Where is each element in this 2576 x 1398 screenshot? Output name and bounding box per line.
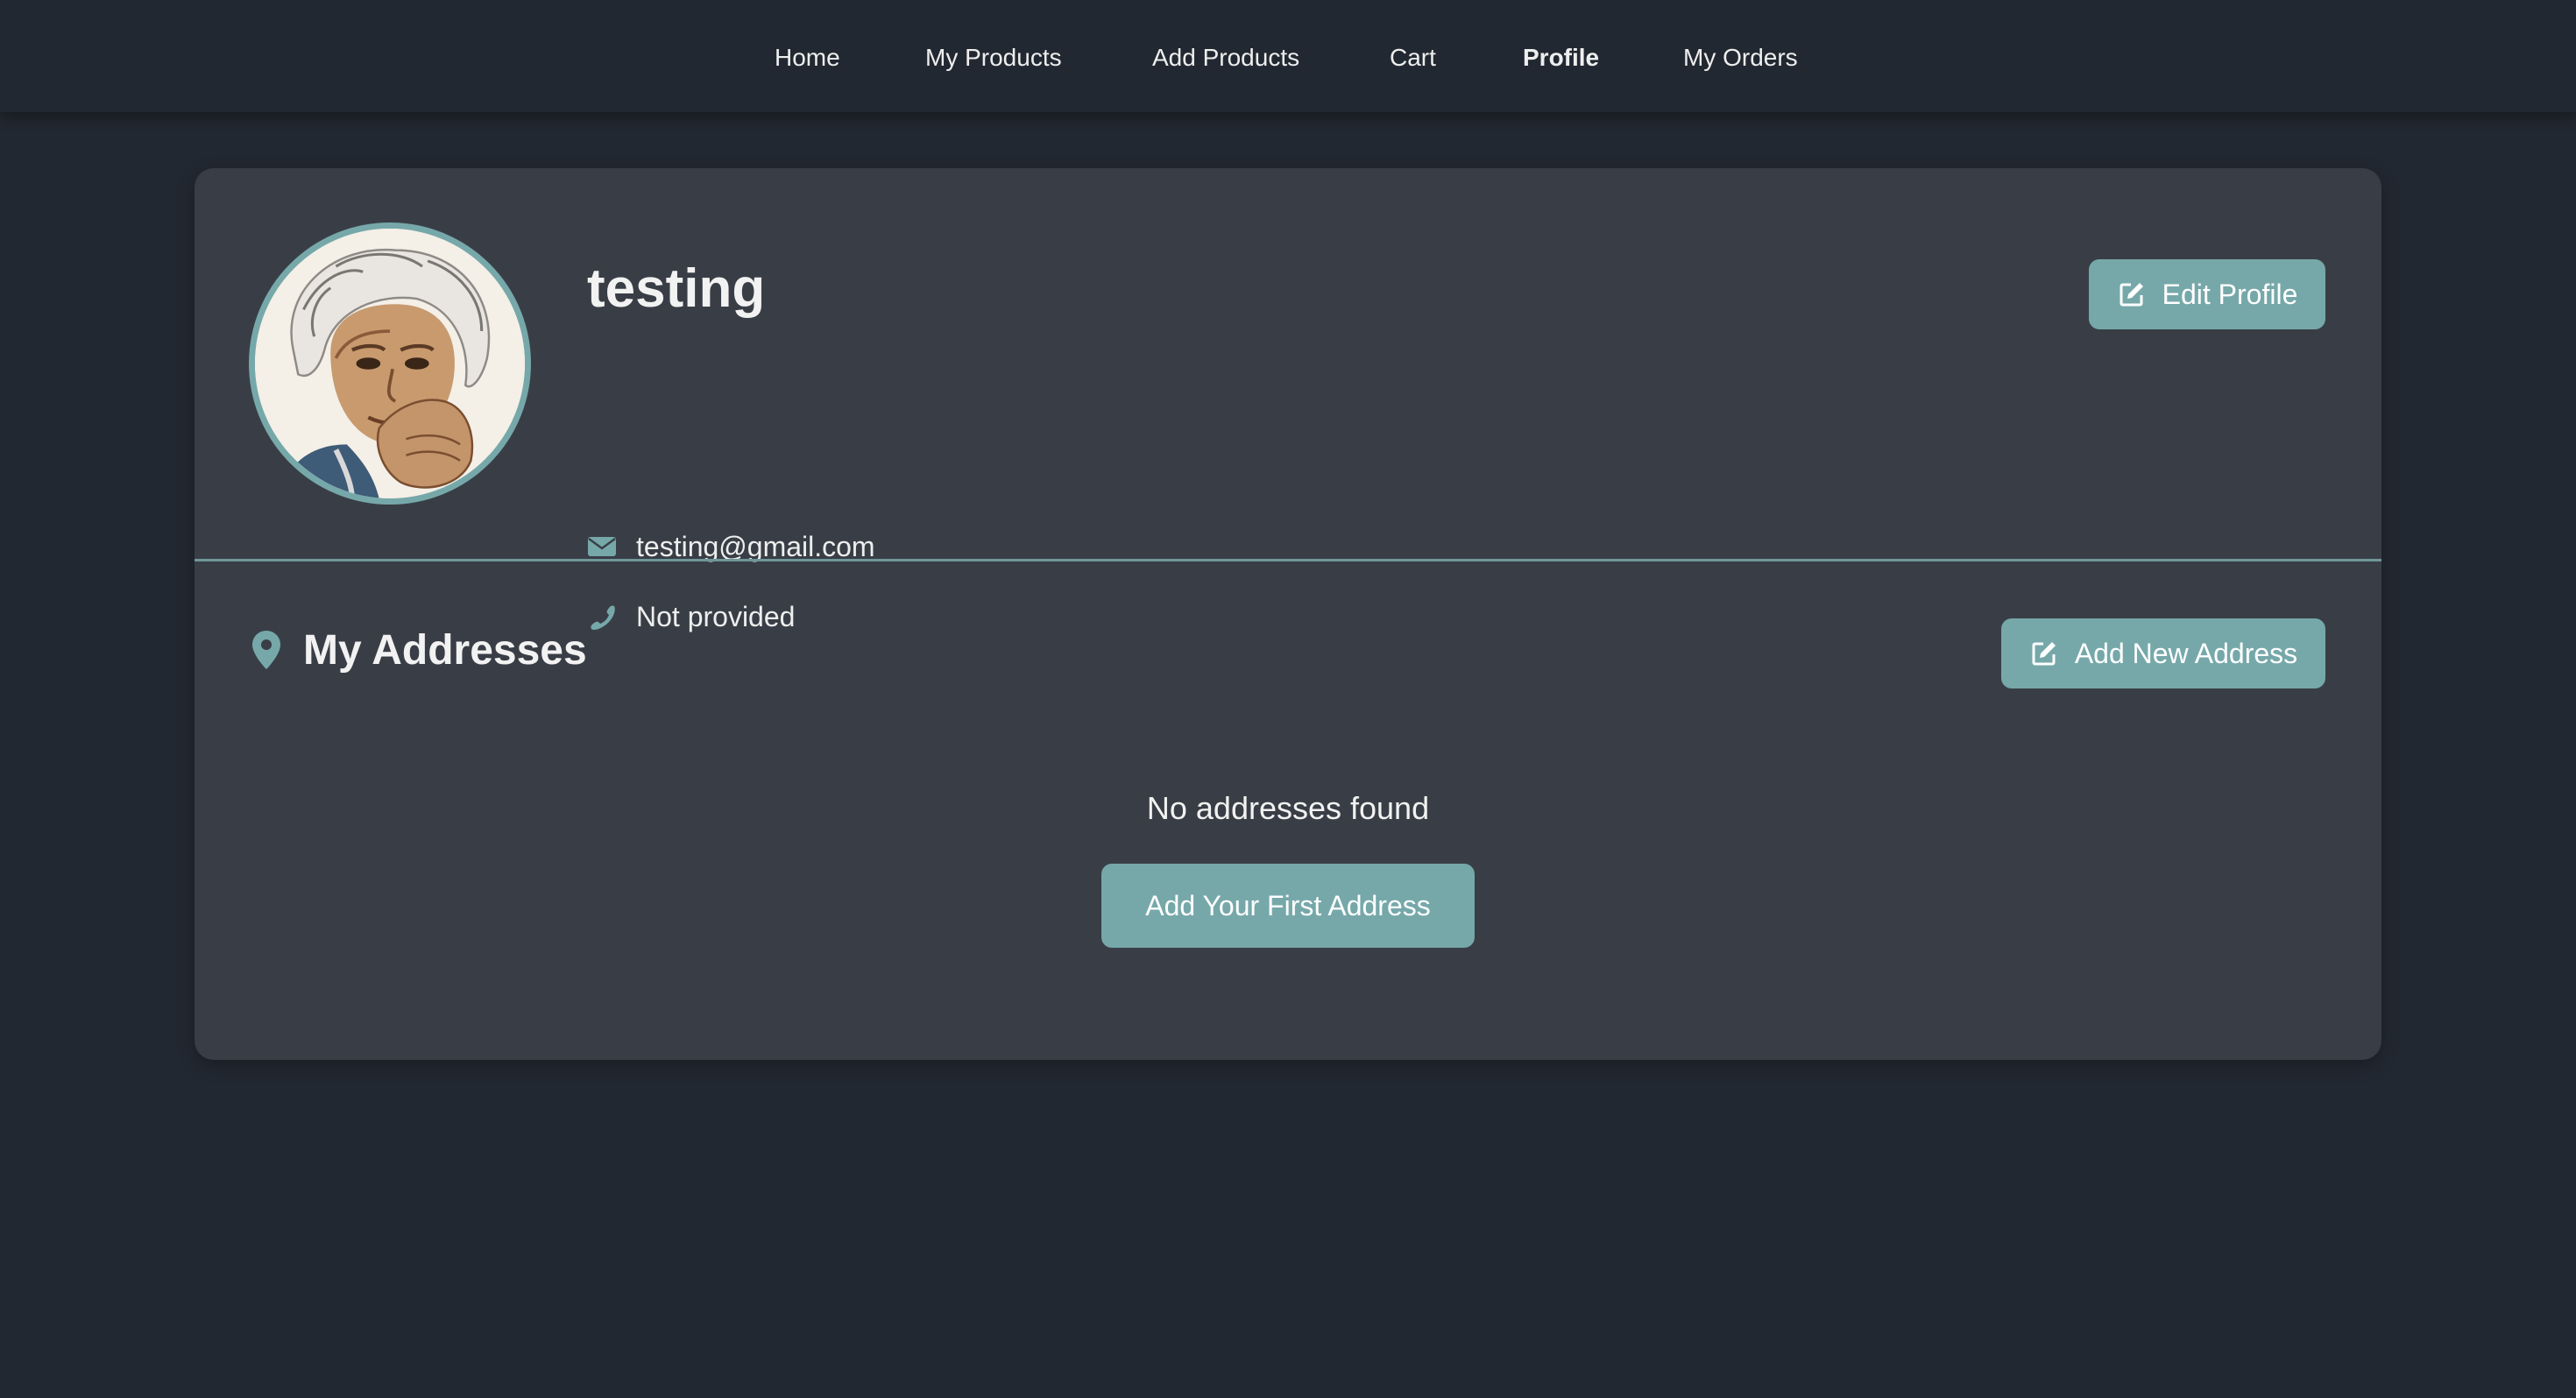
top-navigation: Home My Products Add Products Cart Profi… <box>0 0 2576 112</box>
avatar-portrait-image <box>255 229 525 498</box>
user-name: testing <box>587 258 766 319</box>
profile-card: testing testing@gmail.com Not provided E… <box>195 168 2381 1060</box>
nav-home[interactable]: Home <box>775 0 840 116</box>
nav-profile[interactable]: Profile <box>1523 0 1599 116</box>
addresses-heading: My Addresses <box>249 624 587 676</box>
empty-addresses-message: No addresses found <box>1146 790 1430 826</box>
nav-add-products[interactable]: Add Products <box>1152 0 1299 116</box>
user-email: testing@gmail.com <box>636 530 875 562</box>
nav-cart[interactable]: Cart <box>1390 0 1436 116</box>
nav-my-orders[interactable]: My Orders <box>1683 0 1798 116</box>
edit-profile-label: Edit Profile <box>2162 278 2298 310</box>
envelope-icon <box>587 532 617 561</box>
add-first-address-button[interactable]: Add Your First Address <box>1101 864 1475 948</box>
profile-avatar <box>249 222 531 505</box>
user-phone: Not provided <box>636 600 796 632</box>
edit-icon <box>2029 639 2059 668</box>
add-new-address-button[interactable]: Add New Address <box>2001 618 2325 688</box>
phone-row: Not provided <box>587 597 795 636</box>
add-new-address-label: Add New Address <box>2074 637 2298 669</box>
nav-my-products[interactable]: My Products <box>925 0 1062 116</box>
edit-profile-button[interactable]: Edit Profile <box>2089 259 2325 329</box>
edit-icon <box>2117 279 2147 309</box>
phone-icon <box>587 602 617 632</box>
map-marker-icon <box>249 628 284 672</box>
addresses-title: My Addresses <box>303 626 587 674</box>
section-divider <box>195 559 2381 561</box>
